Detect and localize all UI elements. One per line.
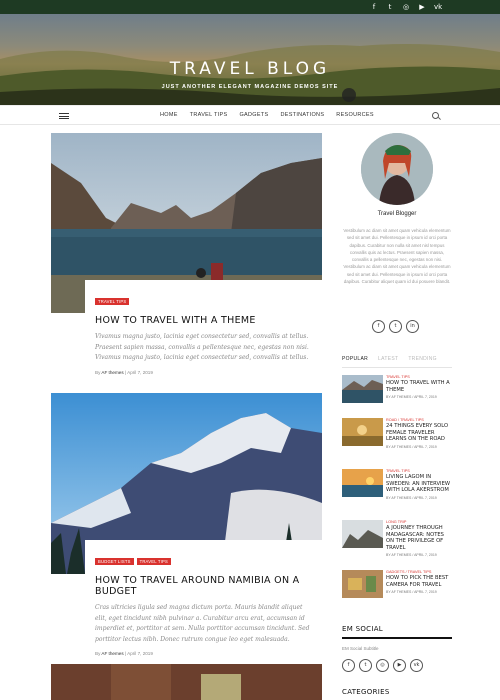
top-bar: f t ◎ ▶ vk — [0, 0, 500, 14]
vk-icon[interactable]: vk — [410, 659, 423, 672]
list-item-meta: BY AF THEMES / APRIL 7, 2019 — [386, 590, 437, 595]
list-item-title[interactable]: 24 THINGS EVERY SOLO FEMALE TRAVELER LEA… — [386, 423, 452, 443]
nav-item-resources[interactable]: RESOURCES — [336, 112, 374, 118]
widget-title-em-social: EM SOCIAL — [342, 625, 383, 633]
list-item-meta: BY AF THEMES / APRIL 7, 2019 — [386, 444, 437, 449]
top-social-links: f t ◎ ▶ vk — [370, 3, 442, 11]
youtube-icon[interactable]: ▶ — [418, 3, 426, 11]
post-3-image[interactable] — [51, 664, 322, 700]
post-1-tag[interactable]: TRAVEL TIPS — [95, 298, 130, 305]
twitter-icon[interactable]: t — [389, 320, 402, 333]
post-1-excerpt: Vivamus magna justo, lacinia eget consec… — [95, 333, 309, 361]
nav-item-home[interactable]: HOME — [160, 112, 178, 118]
post-tabs: POPULAR LATEST TRENDING — [342, 356, 452, 368]
post-1-title[interactable]: HOW TO TRAVEL WITH A THEME — [95, 315, 312, 326]
main-navigation: HOME TRAVEL TIPS GADGETS DESTINATIONS RE… — [0, 105, 500, 125]
post-1-card: TRAVEL TIPS HOW TO TRAVEL WITH A THEME V… — [85, 280, 322, 380]
post-2-meta: By AF themes | April 7, 2019 — [95, 651, 153, 656]
author-social-links: f t in — [372, 320, 419, 333]
list-item-title[interactable]: LIVING LAGOM IN SWEDEN: AN INTERVIEW WIT… — [386, 474, 452, 494]
twitter-icon[interactable]: t — [386, 3, 394, 11]
twitter-icon[interactable]: t — [359, 659, 372, 672]
list-item[interactable]: ROAD / TRAVEL TIPS 24 THINGS EVERY SOLO … — [342, 418, 452, 454]
list-item-category[interactable]: TRAVEL TIPS — [386, 469, 452, 473]
facebook-icon[interactable]: f — [370, 3, 378, 11]
list-item[interactable]: TRAVEL TIPS LIVING LAGOM IN SWEDEN: AN I… — [342, 469, 452, 505]
author-avatar — [361, 133, 433, 205]
youtube-icon[interactable]: ▶ — [393, 659, 406, 672]
tab-popular[interactable]: POPULAR — [342, 356, 368, 367]
tab-trending[interactable]: TRENDING — [408, 356, 437, 367]
list-item-category[interactable]: LONG TRIP — [386, 520, 452, 524]
list-item[interactable]: TRAVEL TIPS HOW TO TRAVEL WITH A THEME B… — [342, 375, 452, 411]
menu-icon[interactable] — [59, 113, 69, 120]
nav-item-destinations[interactable]: DESTINATIONS — [280, 112, 324, 118]
site-tagline: JUST ANOTHER ELEGANT MAGAZINE DEMOS SITE — [161, 84, 339, 90]
list-item[interactable]: GADGETS / TRAVEL TIPS HOW TO PICK THE BE… — [342, 570, 452, 606]
post-2-title[interactable]: HOW TO TRAVEL AROUND NAMIBIA ON A BUDGET — [95, 575, 312, 597]
list-item-thumbnail[interactable] — [342, 375, 383, 403]
em-social-subtitle: EM Social Subtitle — [342, 646, 379, 651]
post-2-tag-2[interactable]: TRAVEL TIPS — [136, 558, 171, 565]
linkedin-icon[interactable]: in — [406, 320, 419, 333]
post-2-author[interactable]: AF themes — [101, 651, 123, 656]
list-item-thumbnail[interactable] — [342, 469, 383, 497]
list-item-thumbnail[interactable] — [342, 418, 383, 446]
post-1-meta: By AF themes | April 7, 2019 — [95, 369, 153, 375]
instagram-icon[interactable]: ◎ — [402, 3, 410, 11]
instagram-icon[interactable]: ◎ — [376, 659, 389, 672]
nav-item-gadgets[interactable]: GADGETS — [239, 112, 268, 118]
post-2-tag-1[interactable]: BUDGET LISTS — [95, 558, 134, 565]
search-icon[interactable] — [432, 112, 439, 119]
em-social-links: f t ◎ ▶ vk — [342, 659, 423, 672]
post-2-excerpt: Cras ultricies ligula sed magna dictum p… — [95, 604, 310, 643]
list-item-thumbnail[interactable] — [342, 570, 383, 598]
list-item-category[interactable]: TRAVEL TIPS — [386, 375, 452, 379]
list-item-meta: BY AF THEMES / APRIL 7, 2019 — [386, 395, 437, 400]
list-item-title[interactable]: HOW TO PICK THE BEST CAMERA FOR TRAVEL — [386, 575, 452, 588]
list-item-meta: BY AF THEMES / APRIL 7, 2019 — [386, 495, 437, 500]
post-1-date: April 7, 2019 — [127, 369, 153, 375]
site-title[interactable]: TRAVEL BLOG — [0, 59, 500, 79]
list-item-title[interactable]: A JOURNEY THROUGH MADAGASCAR: NOTES ON T… — [386, 525, 452, 551]
tab-latest[interactable]: LATEST — [378, 356, 398, 367]
facebook-icon[interactable]: f — [372, 320, 385, 333]
post-1-author[interactable]: AF themes — [101, 370, 123, 375]
widget-title-categories: CATEGORIES — [342, 688, 390, 696]
nav-item-travel-tips[interactable]: TRAVEL TIPS — [190, 112, 228, 118]
list-item-category[interactable]: GADGETS / TRAVEL TIPS — [386, 570, 452, 574]
widget-divider — [342, 637, 452, 639]
post-2-card: BUDGET LISTS TRAVEL TIPS HOW TO TRAVEL AR… — [85, 540, 322, 656]
list-item[interactable]: LONG TRIP A JOURNEY THROUGH MADAGASCAR: … — [342, 520, 452, 558]
facebook-icon[interactable]: f — [342, 659, 355, 672]
list-item-thumbnail[interactable] — [342, 520, 383, 548]
vk-icon[interactable]: vk — [434, 3, 442, 11]
header-banner: TRAVEL BLOG JUST ANOTHER ELEGANT MAGAZIN… — [0, 14, 500, 105]
author-name: Travel Blogger — [377, 211, 417, 217]
list-item-meta: BY AF THEMES / APRIL 7, 2019 — [386, 553, 437, 558]
list-item-category[interactable]: ROAD / TRAVEL TIPS — [386, 418, 452, 422]
post-2-date: April 7, 2019 — [127, 651, 153, 656]
list-item-title[interactable]: HOW TO TRAVEL WITH A THEME — [386, 380, 452, 393]
author-bio: Vestibulum ac diam sit amet quam vehicul… — [343, 228, 451, 285]
